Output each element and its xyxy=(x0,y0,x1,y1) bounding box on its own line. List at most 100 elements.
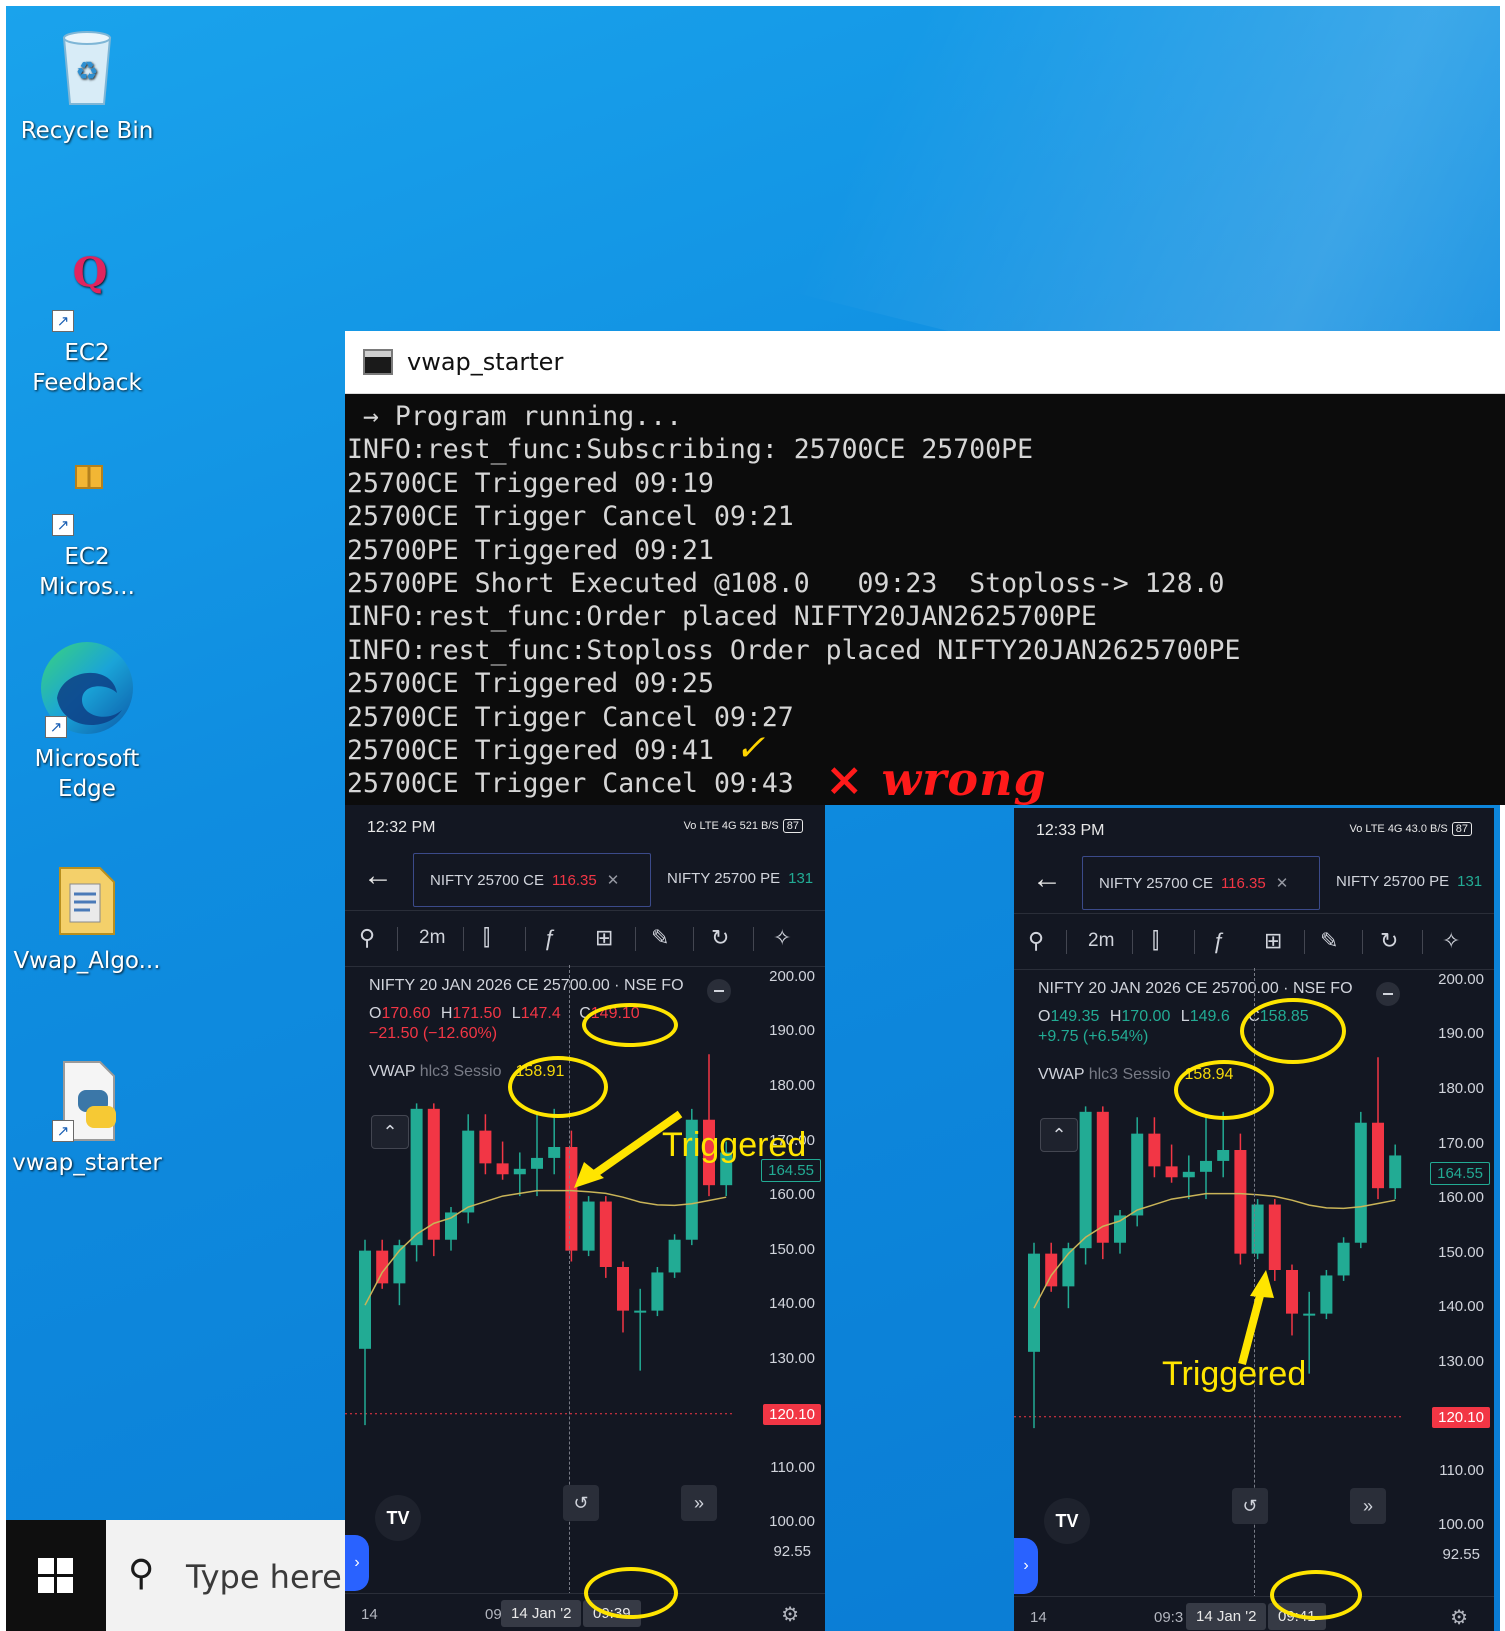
indicators-icon[interactable]: ƒ xyxy=(1212,928,1224,954)
symbol-tabs: ← NIFTY 25700 CE 116.35 ✕ NIFTY 25700 PE 13… xyxy=(1014,854,1494,914)
candlestick-plot[interactable] xyxy=(1014,970,1404,1570)
status-signal: Vo LTE 4G 43.0 B/S 87 xyxy=(1350,822,1472,836)
console-app-icon xyxy=(363,349,393,375)
time-axis-label: 09 xyxy=(485,1606,502,1623)
search-icon[interactable]: ⚲ xyxy=(359,925,375,951)
tab-price: 131 xyxy=(1457,873,1483,890)
side-panel-toggle[interactable]: › xyxy=(1014,1538,1038,1594)
low-value-label: 92.55 xyxy=(773,1543,811,1560)
layout-grid-icon[interactable]: ⊞ xyxy=(595,925,613,951)
recycle-bin-icon: ♻ xyxy=(44,24,130,110)
price-tick-label: 200.00 xyxy=(769,967,815,985)
package-icon: ↗ xyxy=(44,450,130,536)
settings-icon[interactable]: ⚙ xyxy=(1450,1605,1468,1630)
candle-body xyxy=(1320,1275,1333,1314)
minimize-legend-icon[interactable] xyxy=(1376,982,1400,1006)
tab-nifty-ce[interactable]: NIFTY 25700 CE 116.35 ✕ xyxy=(1082,856,1320,910)
candle-body xyxy=(1286,1270,1298,1314)
tab-nifty-pe[interactable]: NIFTY 25700 PE 131 xyxy=(667,870,813,887)
price-tick-label: 200.00 xyxy=(1438,970,1484,988)
chevron-up-icon[interactable]: ⌃ xyxy=(1040,1118,1078,1152)
candle-type-icon[interactable]: ⫿ xyxy=(483,925,490,951)
console-line: 25700PE Short Executed @108.0 09:23 Stop… xyxy=(347,568,1225,600)
search-icon[interactable]: ⚲ xyxy=(1028,928,1044,954)
time-axis[interactable]: 14 09:3 14 Jan '2 09:41 ⚙ xyxy=(1014,1596,1494,1631)
candle-body xyxy=(479,1130,492,1164)
sparkle-icon[interactable]: ✧ xyxy=(1442,928,1460,954)
desktop-icon-label-line1: Microsoft xyxy=(34,746,140,772)
refresh-icon[interactable]: ↻ xyxy=(1380,928,1398,954)
phone-status-bar: 12:32 PM Vo LTE 4G 521 B/S 87 xyxy=(345,805,825,851)
minimize-legend-icon[interactable] xyxy=(707,979,731,1003)
desktop-icon-recycle-bin[interactable]: ♻ Recycle Bin xyxy=(12,24,162,146)
candle-body xyxy=(1303,1313,1316,1316)
price-tick-label: 180.00 xyxy=(769,1077,815,1094)
taskbar: ⚲ Type here t xyxy=(6,1520,346,1631)
candle-type-icon[interactable]: ⫿ xyxy=(1152,928,1159,954)
price-tick-label: 150.00 xyxy=(1438,1243,1484,1261)
annotation-ring-close-left xyxy=(582,1003,678,1047)
shortcut-arrow-icon: ↗ xyxy=(52,514,74,536)
shortcut-arrow-icon: ↗ xyxy=(45,716,67,738)
reset-chart-icon[interactable]: ↺ xyxy=(1232,1488,1268,1524)
battery-icon: 87 xyxy=(1451,822,1472,836)
tradingview-logo-icon[interactable]: TV xyxy=(375,1495,421,1541)
candle-body xyxy=(1131,1133,1144,1216)
side-panel-toggle[interactable]: › xyxy=(345,1535,369,1591)
time-axis-label: 09:3 xyxy=(1154,1609,1184,1626)
candle-body xyxy=(410,1108,423,1246)
scroll-to-latest-icon[interactable]: » xyxy=(1350,1488,1386,1524)
price-axis[interactable]: 200.00 190.00 180.00 170.00 160.00 150.00 140.… xyxy=(1414,970,1494,1570)
candle-body xyxy=(1268,1204,1281,1270)
refresh-icon[interactable]: ↻ xyxy=(711,925,729,951)
date-badge: 14 Jan '2 xyxy=(501,1600,582,1627)
folder-icon xyxy=(44,854,130,940)
console-line: 25700CE Trigger Cancel 09:21 xyxy=(347,501,794,533)
sparkle-icon[interactable]: ✧ xyxy=(773,925,791,951)
console-window[interactable]: vwap_starter → Program running... INFO:re… xyxy=(345,331,1505,805)
start-button[interactable] xyxy=(6,1520,106,1631)
desktop-icon-ec2-micros[interactable]: ↗ EC2 Micros... xyxy=(12,450,162,602)
candle-body xyxy=(1234,1150,1247,1254)
settings-icon[interactable]: ⚙ xyxy=(781,1602,799,1627)
close-icon[interactable]: ✕ xyxy=(607,872,620,889)
back-arrow-icon[interactable]: ← xyxy=(363,859,393,893)
back-arrow-icon[interactable]: ← xyxy=(1032,862,1062,896)
drawing-tools-icon[interactable]: ✎ xyxy=(651,925,669,951)
indicators-icon[interactable]: ƒ xyxy=(543,925,555,951)
candle-body xyxy=(462,1130,475,1213)
drawing-tools-icon[interactable]: ✎ xyxy=(1320,928,1338,954)
desktop-icon-vwap-algo[interactable]: Vwap_Algo... xyxy=(12,854,162,976)
timeframe-button[interactable]: 2m xyxy=(419,927,445,949)
tab-nifty-pe[interactable]: NIFTY 25700 PE 131 xyxy=(1336,873,1482,890)
tab-nifty-ce[interactable]: NIFTY 25700 CE 116.35 ✕ xyxy=(413,853,651,907)
search-icon: ⚲ xyxy=(128,1552,155,1593)
console-line: 25700CE Triggered 09:25 xyxy=(347,668,714,700)
reset-chart-icon[interactable]: ↺ xyxy=(563,1485,599,1521)
chevron-up-icon[interactable]: ⌃ xyxy=(371,1115,409,1149)
instrument-title: NIFTY 20 JAN 2026 CE 25700.00 · NSE FO xyxy=(1038,980,1353,997)
windows-logo-icon xyxy=(38,1558,74,1594)
console-titlebar[interactable]: vwap_starter xyxy=(345,331,1505,394)
candle-body xyxy=(1028,1253,1040,1352)
candle-body xyxy=(496,1163,509,1175)
taskbar-search-box[interactable]: ⚲ Type here t xyxy=(106,1520,346,1631)
tab-symbol: NIFTY 25700 CE xyxy=(430,872,544,889)
price-tick-label: 130.00 xyxy=(769,1349,815,1367)
candle-body xyxy=(1372,1122,1384,1189)
vwap-settings: hlc3 Sessio xyxy=(419,1063,502,1080)
desktop-icon-microsoft-edge[interactable]: ↗ Microsoft Edge xyxy=(12,638,162,804)
desktop-icon-vwap-starter[interactable]: ↗ vwap_starter xyxy=(12,1056,162,1178)
edge-icon: ↗ xyxy=(37,638,137,738)
svg-text:Q: Q xyxy=(73,249,108,296)
close-icon[interactable]: ✕ xyxy=(1276,875,1289,892)
annotation-ring-close-right xyxy=(1240,998,1346,1064)
price-axis[interactable]: 200.00 190.00 180.00 170.00 160.00 150.00 140.… xyxy=(745,967,825,1567)
timeframe-button[interactable]: 2m xyxy=(1088,930,1114,952)
ohlc-open: 170.60 xyxy=(381,1005,431,1022)
scroll-to-latest-icon[interactable]: » xyxy=(681,1485,717,1521)
tradingview-logo-icon[interactable]: TV xyxy=(1044,1498,1090,1544)
console-line: 25700PE Triggered 09:21 xyxy=(347,534,714,566)
layout-grid-icon[interactable]: ⊞ xyxy=(1264,928,1282,954)
desktop-icon-ec2-feedback[interactable]: Q ↗ EC2 Feedback xyxy=(12,246,162,398)
